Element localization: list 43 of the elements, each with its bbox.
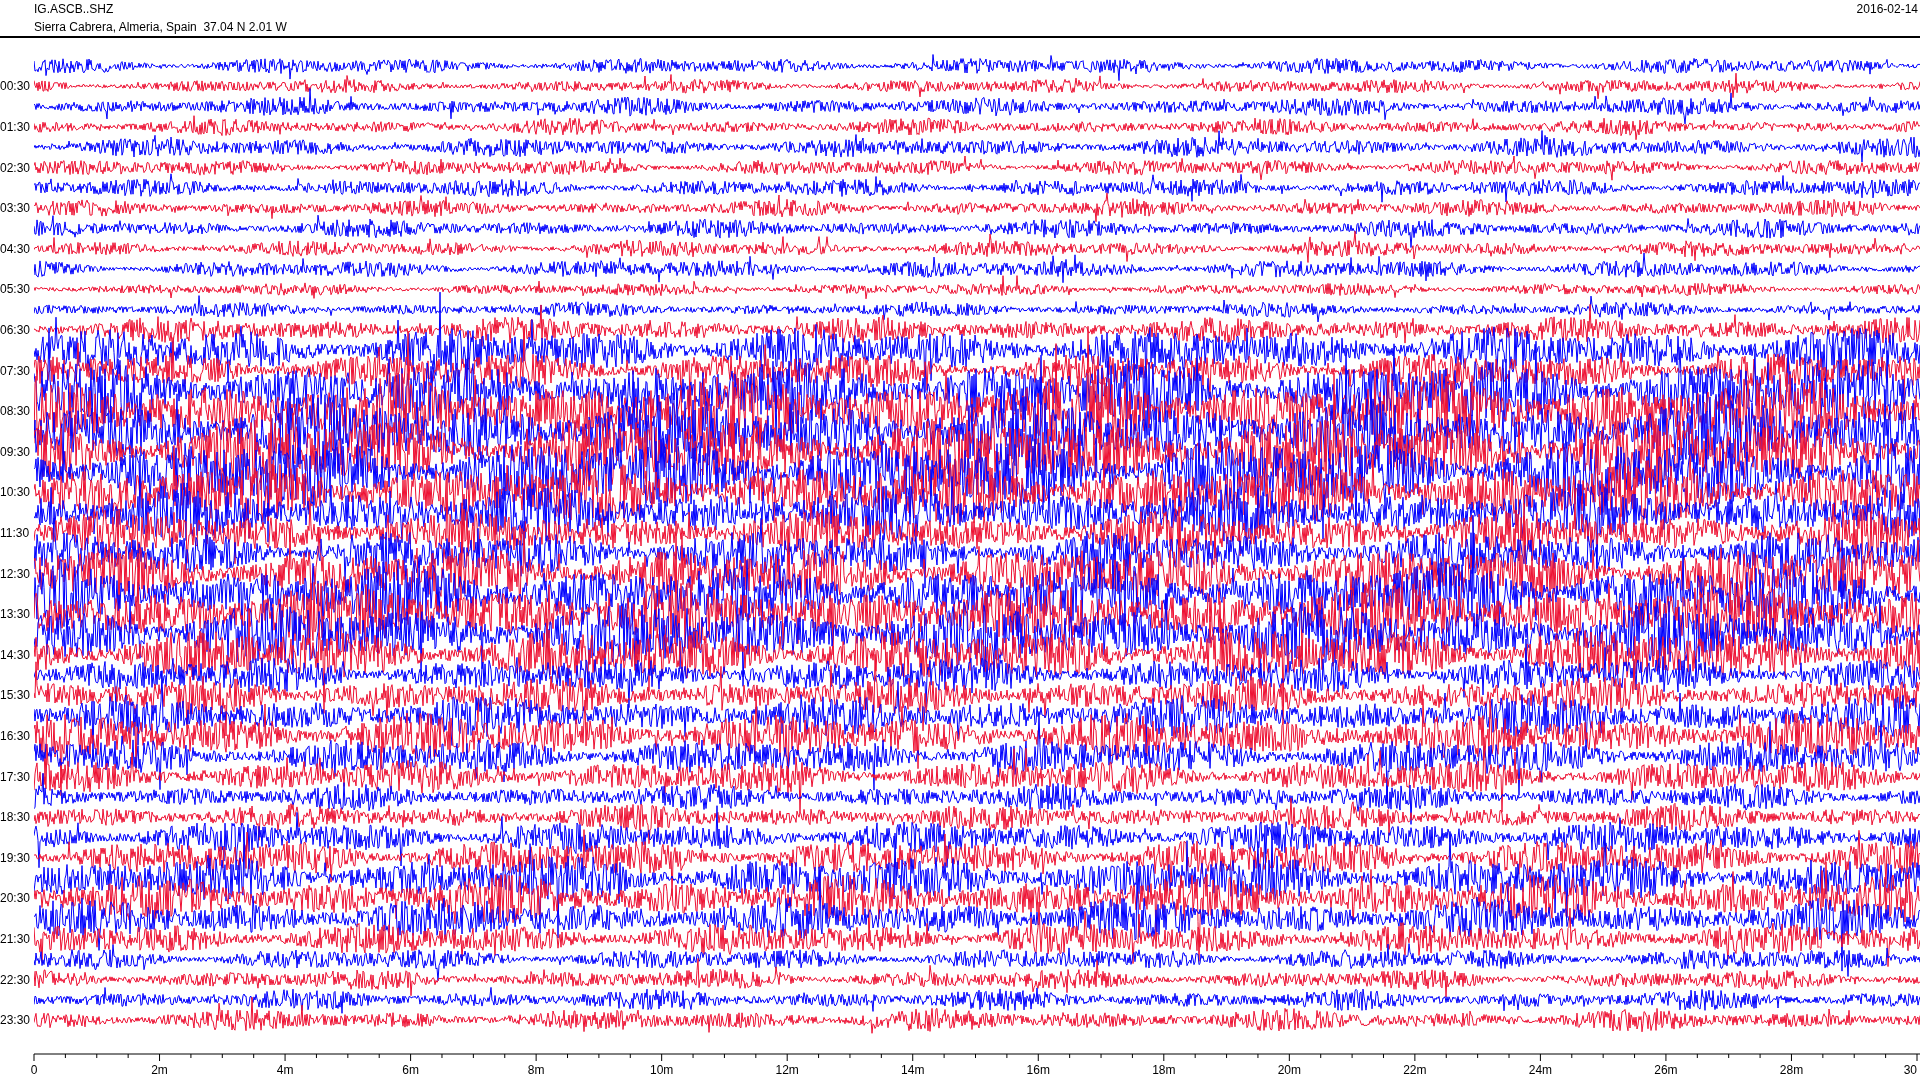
axis-label: 10m (650, 1063, 674, 1077)
axis-label: 22m (1403, 1063, 1427, 1077)
axis-label: 8m (527, 1063, 545, 1077)
station-code: IG.ASCB..SHZ (34, 1, 115, 18)
hour-label: 20:30 (0, 891, 31, 906)
axis-label: 14m (901, 1063, 925, 1077)
hour-label: 10:30 (0, 485, 31, 500)
axis-label: 2m (151, 1063, 168, 1077)
hour-label: 14:30 (0, 647, 31, 662)
axis-label: 12m (775, 1063, 799, 1077)
hour-label: 15:30 (0, 688, 31, 703)
hour-label: 04:30 (0, 241, 31, 256)
axis-label: 16m (1026, 1063, 1050, 1077)
hour-label: 07:30 (0, 363, 31, 378)
hour-label: 03:30 (0, 201, 31, 216)
axis-label: 28m (1779, 1063, 1804, 1077)
axis-label: 24m (1528, 1063, 1553, 1077)
hour-label: 06:30 (0, 322, 31, 337)
hour-label: 19:30 (0, 850, 31, 865)
hour-label: 01:30 (0, 119, 31, 134)
hour-label: 08:30 (0, 404, 31, 419)
hour-label: 13:30 (0, 607, 31, 622)
hour-label: 17:30 (0, 769, 31, 784)
axis-label: 0 (30, 1063, 38, 1077)
axis-label: 20m (1277, 1063, 1301, 1077)
axis-label: 30 (1903, 1063, 1917, 1077)
hour-label: 22:30 (0, 972, 31, 987)
date-label: 2016-02-14 (1856, 1, 1918, 18)
hour-label: 21:30 (0, 931, 31, 946)
hour-label: 00:30 (0, 79, 31, 94)
axis-label: 4m (276, 1063, 294, 1077)
hour-label: 16:30 (0, 728, 31, 743)
axis-label: 6m (402, 1063, 419, 1077)
hour-label: 12:30 (0, 566, 31, 581)
hour-label: 18:30 (0, 810, 31, 825)
hour-label: 09:30 (0, 444, 31, 459)
hour-label: 23:30 (0, 1013, 31, 1028)
station-location: Sierra Cabrera, Almeria, Spain 37.04 N 2.01 W (34, 19, 287, 36)
hour-label: 05:30 (0, 282, 31, 297)
hour-label: 11:30 (0, 525, 30, 540)
axis-label: 26m (1654, 1063, 1678, 1077)
hour-label: 02:30 (0, 160, 31, 175)
axis-label: 18m (1152, 1063, 1176, 1077)
